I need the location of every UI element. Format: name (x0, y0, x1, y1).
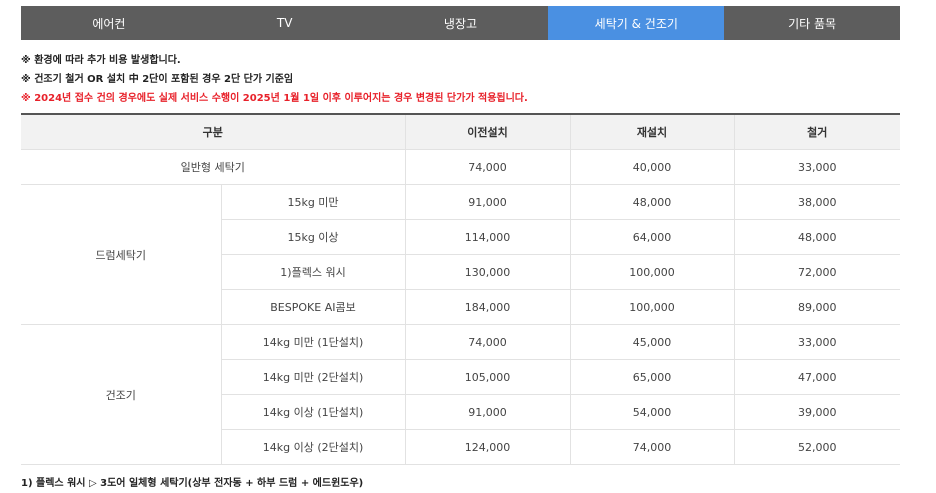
cell-move-install: 124,000 (404, 429, 570, 465)
notice-2025-price: ※ 2024년 접수 건의 경우에도 실제 서비스 수행이 2025년 1월 1… (21, 93, 528, 104)
cell-reinstall: 64,000 (569, 219, 734, 255)
cell-move-install: 91,000 (404, 394, 570, 430)
table-row: 일반형 세탁기 74,000 40,000 33,000 (21, 149, 900, 185)
cell-move-install: 91,000 (404, 184, 570, 220)
header-removal: 철거 (733, 113, 900, 150)
table-row: 건조기 14kg 미만 (1단설치) 74,000 45,000 33,000 (21, 324, 900, 465)
cell-removal: 72,000 (733, 254, 900, 290)
row-label: 1)플렉스 워시 (220, 254, 405, 290)
cell-reinstall: 40,000 (569, 149, 734, 185)
table-header-row: 구분 이전설치 재설치 철거 (21, 113, 900, 150)
footnote: 1) 플렉스 워시 ▷ 3도어 일체형 세탁기(상부 전자동 + 하부 드럼 +… (21, 478, 364, 489)
cell-removal: 38,000 (733, 184, 900, 220)
price-table: 구분 이전설치 재설치 철거 일반형 세탁기 74,000 40,000 33,… (21, 113, 900, 465)
cell-removal: 48,000 (733, 219, 900, 255)
header-move-install: 이전설치 (404, 113, 570, 150)
cell-move-install: 130,000 (404, 254, 570, 290)
header-category: 구분 (21, 113, 405, 150)
cell-reinstall: 74,000 (569, 429, 734, 465)
cell-move-install: 74,000 (404, 324, 570, 360)
cell-removal: 89,000 (733, 289, 900, 325)
cell-reinstall: 48,000 (569, 184, 734, 220)
row-label: 14kg 이상 (1단설치) (220, 394, 405, 430)
cell-move-install: 184,000 (404, 289, 570, 325)
cell-removal: 39,000 (733, 394, 900, 430)
notice-list: ※ 환경에 따라 추가 비용 발생합니다. ※ 건조기 철거 OR 설치 中 2… (21, 51, 900, 108)
cell-reinstall: 54,000 (569, 394, 734, 430)
price-panel: 에어컨 TV 냉장고 세탁기 & 건조기 기타 품목 ※ 환경에 따라 추가 비… (21, 6, 900, 465)
row-label: 15kg 이상 (220, 219, 405, 255)
row-label: 15kg 미만 (220, 184, 405, 220)
group-label-drum-washer: 드럼세탁기 (21, 184, 221, 325)
cell-removal: 52,000 (733, 429, 900, 465)
group-label-dryer: 건조기 (21, 324, 221, 465)
notice-dryer-stack: ※ 건조기 철거 OR 설치 中 2단이 포함된 경우 2단 단가 기준임 (21, 74, 294, 85)
cell-reinstall: 65,000 (569, 359, 734, 395)
row-label: 14kg 미만 (1단설치) (220, 324, 405, 360)
cell-reinstall: 100,000 (569, 254, 734, 290)
tab-other[interactable]: 기타 품목 (724, 6, 900, 40)
row-label: BESPOKE AI콤보 (220, 289, 405, 325)
tab-refrigerator[interactable]: 냉장고 (373, 6, 549, 40)
cell-reinstall: 100,000 (569, 289, 734, 325)
notice-extra-cost: ※ 환경에 따라 추가 비용 발생합니다. (21, 55, 181, 66)
cell-move-install: 105,000 (404, 359, 570, 395)
cell-move-install: 74,000 (404, 149, 570, 185)
header-reinstall: 재설치 (569, 113, 734, 150)
cell-removal: 47,000 (733, 359, 900, 395)
category-tabs: 에어컨 TV 냉장고 세탁기 & 건조기 기타 품목 (21, 6, 900, 40)
tab-washer-dryer[interactable]: 세탁기 & 건조기 (548, 6, 725, 40)
cell-removal: 33,000 (733, 149, 900, 185)
row-label: 14kg 이상 (2단설치) (220, 429, 405, 465)
row-label: 일반형 세탁기 (21, 149, 405, 185)
tab-tv[interactable]: TV (197, 6, 373, 40)
table-row: 드럼세탁기 15kg 미만 91,000 48,000 38,000 (21, 184, 900, 325)
cell-move-install: 114,000 (404, 219, 570, 255)
tab-aircon[interactable]: 에어컨 (21, 6, 197, 40)
row-label: 14kg 미만 (2단설치) (220, 359, 405, 395)
cell-reinstall: 45,000 (569, 324, 734, 360)
cell-removal: 33,000 (733, 324, 900, 360)
